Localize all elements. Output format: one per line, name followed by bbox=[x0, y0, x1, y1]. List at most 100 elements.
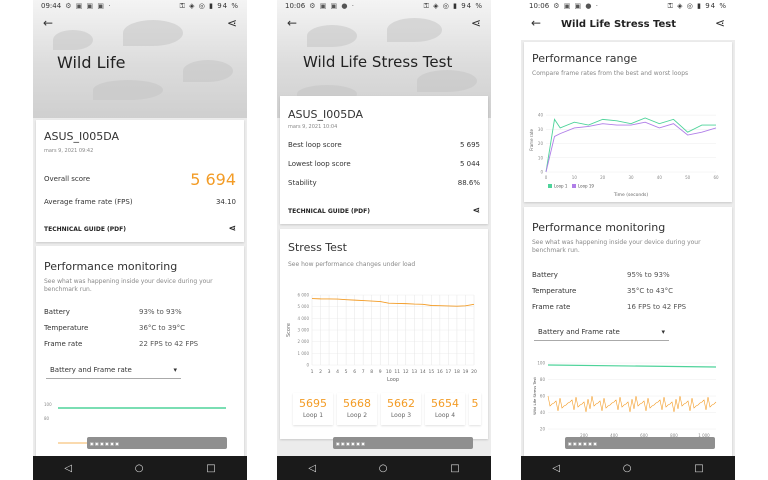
nav-back-icon[interactable]: ◁ bbox=[64, 463, 72, 474]
back-arrow-icon[interactable]: ← bbox=[43, 16, 53, 30]
battery-series-line bbox=[547, 364, 717, 368]
status-time: 09:44 bbox=[41, 2, 62, 10]
technical-guide-label: TECHNICAL GUIDE (PDF) bbox=[44, 225, 126, 233]
x-tick-label: 9 bbox=[379, 369, 382, 375]
loop-score-value: 5662 bbox=[387, 397, 415, 410]
series-line-2 bbox=[545, 121, 717, 173]
battery-level: 94 % bbox=[217, 1, 239, 10]
frame-rate-value: 22 FPS to 42 FPS bbox=[139, 340, 199, 348]
loop-score-value: 5654 bbox=[431, 397, 459, 410]
android-nav-bar: ◁ ○ □ bbox=[33, 456, 247, 480]
nav-back-icon[interactable]: ◁ bbox=[308, 463, 316, 474]
y-tick-label: 4 000 bbox=[298, 316, 310, 321]
x-tick-label: 4 bbox=[336, 369, 339, 375]
dropdown-arrow-icon: ▾ bbox=[661, 327, 665, 336]
share-icon[interactable]: ⋖ bbox=[715, 16, 725, 30]
loop-score-card[interactable]: 5695 Loop 1 bbox=[293, 393, 333, 425]
chart-type-dropdown[interactable]: Battery and Frame rate ▾ bbox=[46, 361, 181, 379]
temperature-value: 35°C to 43°C bbox=[627, 287, 674, 295]
stability-value: 88.6% bbox=[457, 179, 480, 187]
frame-rate-row: Frame rate 22 FPS to 42 FPS bbox=[44, 340, 199, 348]
legend-label: Loop 1 bbox=[554, 184, 568, 189]
overlay-icon: ▣ ▣ ▣ ▣ ▣ ▣ bbox=[336, 440, 366, 446]
x-tick-label: 40 bbox=[657, 175, 663, 180]
section-title: Stress Test bbox=[288, 241, 347, 254]
x-tick-label: 7 bbox=[362, 369, 365, 375]
loop-score-card[interactable]: 5668 Loop 2 bbox=[337, 393, 377, 425]
x-tick-label: 10 bbox=[572, 175, 578, 180]
y-axis-label: Frame rate bbox=[529, 129, 534, 151]
x-tick-label: 10 bbox=[386, 369, 392, 375]
performance-range-card: Performance range Compare frame rates fr… bbox=[524, 42, 732, 202]
section-subtitle: Compare frame rates from the best and wo… bbox=[532, 70, 689, 77]
x-tick-label: 5 bbox=[345, 369, 348, 375]
share-icon[interactable]: ⋖ bbox=[472, 206, 480, 216]
status-time: 10:06 bbox=[285, 2, 306, 10]
y-tick-label: 40 bbox=[540, 410, 546, 415]
section-subtitle: See what was happening inside your devic… bbox=[532, 239, 701, 254]
notification-icons: ⚙ ▣ ▣ ● · bbox=[553, 2, 599, 10]
section-title: Performance monitoring bbox=[44, 260, 178, 273]
fps-overlay-bar[interactable]: ▣ ▣ ▣ ▣ ▣ ▣ bbox=[565, 437, 715, 449]
x-tick-label: 0 bbox=[545, 175, 548, 180]
technical-guide-link[interactable]: TECHNICAL GUIDE (PDF) ⋖ bbox=[44, 224, 236, 234]
temperature-value: 36°C to 39°C bbox=[139, 324, 186, 332]
legend-swatch-loop-19 bbox=[572, 184, 576, 188]
share-icon[interactable]: ⋖ bbox=[228, 224, 236, 234]
x-tick-label: 18 bbox=[454, 369, 460, 375]
fps-overlay-bar[interactable]: ▣ ▣ ▣ ▣ ▣ ▣ bbox=[333, 437, 473, 449]
nav-home-icon[interactable]: ○ bbox=[135, 463, 144, 474]
loop-score-card[interactable]: 5 bbox=[469, 393, 481, 425]
status-right-icons: ⚿ ◈ ◎ ▮ 94 % bbox=[179, 1, 239, 10]
temperature-row: Temperature 36°C to 39°C bbox=[44, 324, 186, 332]
best-loop-row: Best loop score 5 695 bbox=[288, 141, 480, 149]
nav-recents-icon[interactable]: □ bbox=[694, 463, 703, 474]
nav-back-icon[interactable]: ◁ bbox=[552, 463, 560, 474]
y-tick-label: 60 bbox=[540, 394, 546, 399]
loop-score-value: 5695 bbox=[299, 397, 327, 410]
y-tick-label: 20 bbox=[538, 141, 544, 146]
x-tick-label: 8 bbox=[370, 369, 373, 375]
overall-score-value: 5 694 bbox=[190, 169, 236, 189]
y-axis-label: Wild Life Stress Test bbox=[532, 377, 537, 415]
section-title: Performance range bbox=[532, 52, 638, 65]
nav-recents-icon[interactable]: □ bbox=[206, 463, 215, 474]
x-tick-label: 12 bbox=[403, 369, 409, 375]
android-nav-bar: ◁ ○ □ bbox=[521, 456, 735, 480]
overall-score-label: Overall score bbox=[44, 175, 91, 183]
loop-label: Loop 1 bbox=[302, 412, 324, 419]
overall-score-row: Overall score 5 694 bbox=[44, 169, 236, 189]
battery-row: Battery 93% to 93% bbox=[44, 308, 182, 316]
fps-series-line bbox=[547, 395, 717, 413]
loop-score-card[interactable]: 5654 Loop 4 bbox=[425, 393, 465, 425]
lowest-loop-row: Lowest loop score 5 044 bbox=[288, 160, 480, 168]
share-icon[interactable]: ⋖ bbox=[227, 16, 237, 30]
temperature-row: Temperature 35°C to 43°C bbox=[532, 287, 674, 295]
performance-range-chart: 40 30 20 10 00 10 20 30 40 50 60 Loop 1 Loop 19 Time … bbox=[529, 113, 719, 198]
y-tick-label: 5 000 bbox=[298, 304, 310, 309]
frame-rate-row: Frame rate 16 FPS to 42 FPS bbox=[532, 303, 687, 311]
back-arrow-icon[interactable]: ← bbox=[531, 16, 541, 30]
nav-recents-icon[interactable]: □ bbox=[450, 463, 459, 474]
best-loop-label: Best loop score bbox=[288, 141, 342, 149]
section-subtitle: See what was happening inside your devic… bbox=[44, 278, 213, 293]
chart-type-dropdown[interactable]: Battery and Frame rate ▾ bbox=[534, 323, 669, 341]
loop-score-card[interactable]: 5662 Loop 3 bbox=[381, 393, 421, 425]
dropdown-arrow-icon: ▾ bbox=[173, 365, 177, 374]
share-icon[interactable]: ⋖ bbox=[471, 16, 481, 30]
technical-guide-link[interactable]: TECHNICAL GUIDE (PDF) ⋖ bbox=[288, 206, 480, 216]
dropdown-value: Battery and Frame rate bbox=[50, 365, 132, 374]
fps-overlay-bar[interactable]: ▣ ▣ ▣ ▣ ▣ ▣ bbox=[87, 437, 227, 449]
nav-home-icon[interactable]: ○ bbox=[379, 463, 388, 474]
battery-value: 95% to 93% bbox=[627, 271, 670, 279]
back-arrow-icon[interactable]: ← bbox=[287, 16, 297, 30]
series-line-1 bbox=[545, 117, 716, 173]
status-right-icons: ⚿ ◈ ◎ ▮ 94 % bbox=[667, 1, 727, 10]
loop-label: Loop 3 bbox=[390, 412, 412, 419]
x-tick-label: 2 bbox=[319, 369, 322, 375]
nav-home-icon[interactable]: ○ bbox=[623, 463, 632, 474]
status-time: 10:06 bbox=[529, 2, 550, 10]
result-date: mars 9, 2021 10:04 bbox=[288, 124, 338, 130]
lowest-loop-label: Lowest loop score bbox=[288, 160, 351, 168]
x-tick-label: 17 bbox=[446, 369, 452, 375]
